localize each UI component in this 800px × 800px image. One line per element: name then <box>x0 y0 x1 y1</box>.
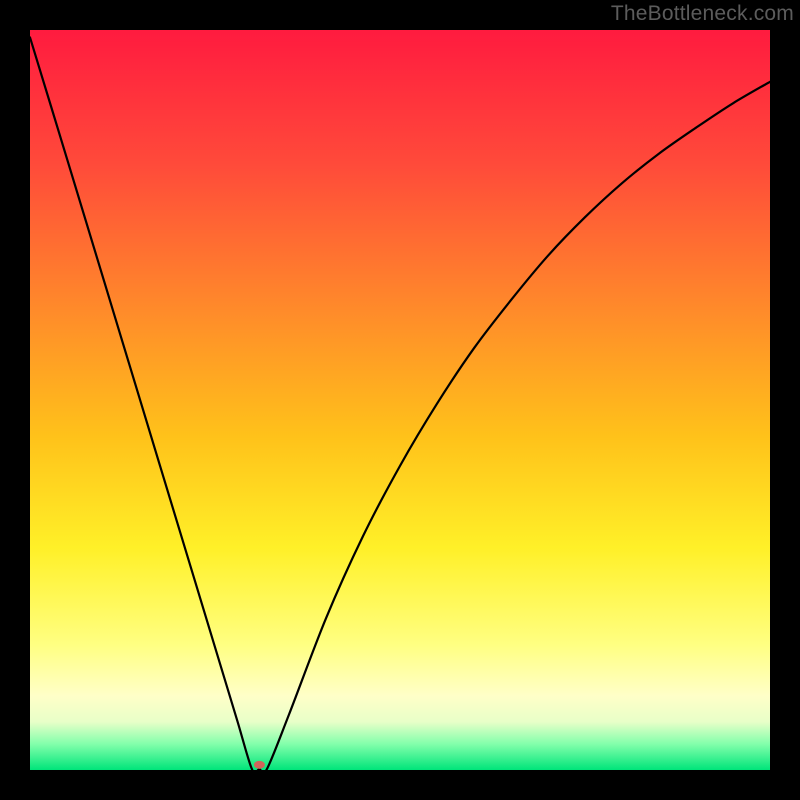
optimal-point-marker <box>254 761 265 769</box>
chart-frame: TheBottleneck.com <box>0 0 800 800</box>
plot-area <box>30 30 770 770</box>
bottleneck-chart <box>30 30 770 770</box>
watermark-text: TheBottleneck.com <box>611 2 794 26</box>
